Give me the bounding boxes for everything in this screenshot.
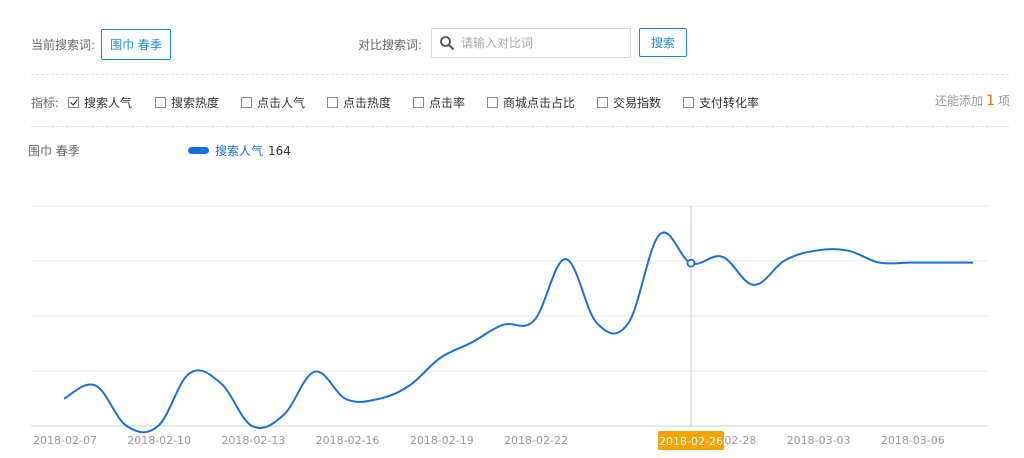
metric-option[interactable]: 搜索热度	[155, 94, 219, 111]
legend-swatch	[188, 147, 209, 154]
checkbox[interactable]	[683, 97, 694, 108]
remaining-prefix: 还能添加	[935, 94, 984, 108]
legend-entry[interactable]: 搜索人气 164	[188, 142, 291, 159]
divider	[31, 126, 1009, 127]
metric-option-label: 支付转化率	[699, 96, 760, 110]
metric-option-label: 交易指数	[613, 96, 662, 110]
current-keyword-tag[interactable]: 围巾 春季	[101, 29, 171, 60]
x-tick-label: 2018-02-22	[504, 434, 568, 447]
x-tick-label: 2018-02-16	[316, 434, 380, 447]
metrics-label: 指标:	[31, 96, 60, 110]
metric-option[interactable]: 点击率	[413, 94, 465, 111]
x-tick-label: 2018-02-10	[127, 434, 191, 447]
highlight-date-label: 2018-02-26	[659, 435, 723, 448]
checkbox[interactable]	[155, 97, 166, 108]
metric-option[interactable]: 商城点击占比	[487, 94, 575, 111]
compare-keyword-field[interactable]	[431, 28, 631, 58]
search-row: 当前搜索词: 围巾 春季 对比搜索词: 搜索	[0, 26, 1024, 60]
remaining-count-note: 还能添加 1 项	[935, 92, 1010, 109]
metric-option-label: 点击率	[429, 96, 466, 110]
checkbox[interactable]	[487, 97, 498, 108]
search-button[interactable]: 搜索	[639, 28, 687, 57]
checkbox-checked[interactable]	[68, 97, 79, 108]
highlighted-data-point[interactable]	[686, 258, 696, 268]
metric-option-label: 点击热度	[343, 96, 392, 110]
series-line	[63, 231, 974, 434]
x-tick-label: 2018-02-13	[221, 434, 285, 447]
search-icon	[440, 36, 454, 50]
x-tick-label: 2018-03-03	[787, 434, 851, 447]
checkbox[interactable]	[241, 97, 252, 108]
metric-option-label: 点击人气	[257, 96, 306, 110]
remaining-suffix: 项	[997, 94, 1010, 108]
checkbox[interactable]	[597, 97, 608, 108]
divider	[31, 74, 1009, 75]
remaining-count: 1	[986, 93, 995, 109]
legend-series-value: 164	[268, 143, 291, 158]
current-keyword-label: 当前搜索词:	[31, 38, 96, 52]
keyword-caption: 围巾 春季	[28, 144, 80, 158]
metric-option[interactable]: 支付转化率	[683, 94, 759, 111]
x-tick-label: 2018-02-19	[410, 434, 474, 447]
metric-option[interactable]: 搜索人气	[68, 94, 132, 111]
metrics-row: 指标: 搜索人气 搜索热度 点击人气 点击热度 点击率 商城点击占比 交易指数 支付转化率 还…	[0, 90, 1024, 114]
x-tick-label: 2018-03-06	[881, 434, 945, 447]
x-tick-label: 2018-02-07	[33, 434, 97, 447]
metric-option[interactable]: 交易指数	[597, 94, 661, 111]
legend-row: 围巾 春季 搜索人气 164	[0, 140, 1024, 160]
metric-option-label: 搜索热度	[171, 96, 220, 110]
metric-option-label: 搜索人气	[84, 96, 133, 110]
trend-chart[interactable]: 2018-02-07 2018-02-10 2018-02-13 2018-02-16…	[0, 180, 1024, 458]
metric-option[interactable]: 点击热度	[327, 94, 391, 111]
compare-keyword-input[interactable]	[459, 35, 623, 51]
legend-series-name: 搜索人气	[215, 144, 264, 158]
checkbox[interactable]	[327, 97, 338, 108]
checkbox[interactable]	[413, 97, 424, 108]
metric-option[interactable]: 点击人气	[241, 94, 305, 111]
metric-option-label: 商城点击占比	[503, 96, 576, 110]
compare-keyword-label: 对比搜索词:	[358, 38, 423, 52]
